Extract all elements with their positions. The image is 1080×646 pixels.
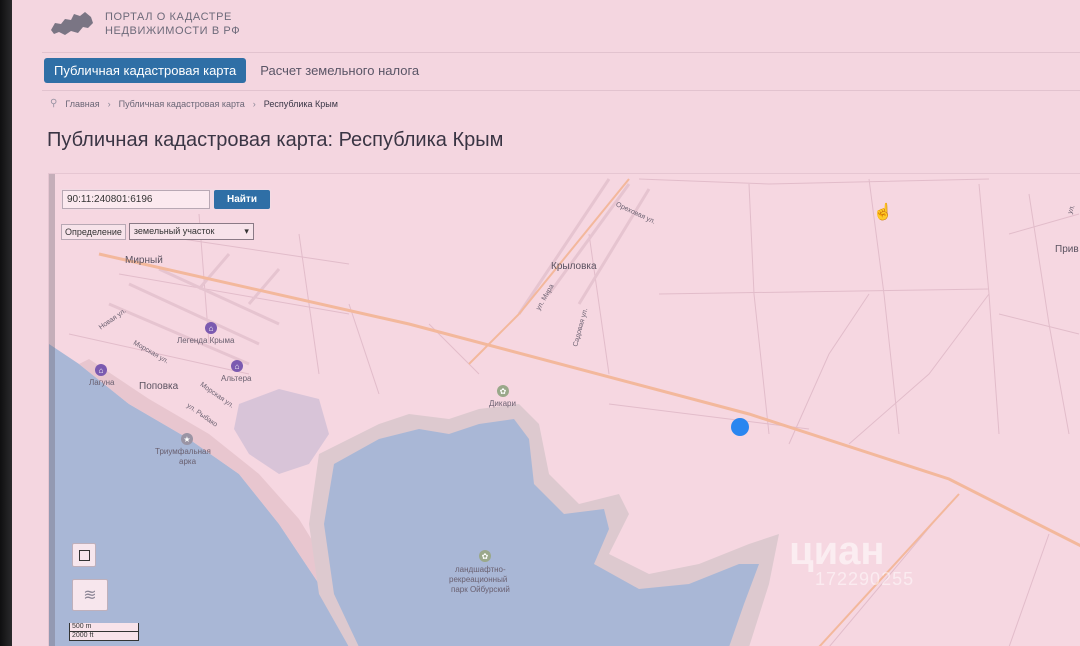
monitor-bezel: [0, 0, 12, 646]
logo-text-line1: ПОРТАЛ О КАДАСТРЕ: [105, 11, 232, 23]
object-type-value: земельный участок: [133, 226, 215, 236]
breadcrumb: ⚲ Главная › Публичная кадастровая карта …: [50, 98, 338, 109]
layers-icon: ≋: [83, 587, 97, 604]
hand-cursor-icon: ☝: [873, 204, 893, 221]
find-button[interactable]: Найти: [214, 190, 270, 209]
hotel-icon[interactable]: ⌂: [205, 322, 217, 334]
hotel-icon[interactable]: ⌂: [95, 364, 107, 376]
selected-plot-marker[interactable]: [731, 418, 749, 436]
logo-text: ПОРТАЛ О КАДАСТРЕ НЕДВИЖИМОСТИ В РФ: [105, 10, 240, 38]
park-icon[interactable]: ✿: [479, 550, 491, 562]
location-pin-icon: ⚲: [50, 98, 58, 109]
watermark-logo: циан: [789, 529, 885, 573]
hotel-icon[interactable]: ⌂: [231, 360, 243, 372]
scale-metric: 500 m: [69, 623, 139, 632]
poi-altera: Альтера: [221, 374, 252, 383]
place-krylovka: Крыловка: [551, 261, 597, 272]
definition-control: Определение земельный участок ▾: [61, 223, 254, 240]
cadastral-map[interactable]: Найти Определение земельный участок ▾ Ми…: [48, 173, 1080, 646]
cadastral-number-input[interactable]: [62, 190, 210, 209]
map-scale: 500 m 2000 ft: [69, 623, 139, 641]
object-type-select[interactable]: земельный участок ▾: [128, 223, 254, 240]
russia-map-icon: [51, 12, 93, 35]
poi-triumph-arch-2: арка: [179, 457, 197, 466]
monument-icon[interactable]: ★: [181, 433, 193, 445]
top-nav: Публичная кадастровая карта Расчет земел…: [44, 58, 419, 83]
poi-park-2: рекреационный: [449, 575, 508, 584]
poi-dikari: Дикари: [489, 399, 516, 408]
place-mirny: Мирный: [125, 255, 163, 266]
watermark-code: 172290255: [815, 569, 915, 589]
fullscreen-button[interactable]: [72, 543, 96, 567]
square-icon: [78, 549, 90, 561]
poi-park-1: ландшафтно-: [455, 565, 506, 574]
map-background: [49, 174, 1080, 646]
nav-divider: [42, 90, 1080, 91]
tab-land-tax-calc[interactable]: Расчет земельного налога: [260, 63, 419, 78]
breadcrumb-home[interactable]: Главная: [65, 99, 99, 109]
breadcrumb-map[interactable]: Публичная кадастровая карта: [119, 99, 245, 109]
breadcrumb-separator-icon: ›: [252, 98, 256, 109]
tab-public-cadastral-map[interactable]: Публичная кадастровая карта: [44, 58, 247, 83]
browser-screen: ПОРТАЛ О КАДАСТРЕ НЕДВИЖИМОСТИ В РФ Публ…: [12, 0, 1080, 646]
breadcrumb-separator-icon: ›: [107, 98, 111, 109]
poi-legenda-kryma: Легенда Крыма: [177, 336, 235, 345]
cadastral-search: Найти: [61, 189, 271, 210]
page-title: Публичная кадастровая карта: Республика …: [47, 129, 504, 151]
poi-triumph-arch-1: Триумфальная: [155, 447, 211, 456]
definition-label: Определение: [61, 223, 126, 240]
place-priv: Прив: [1055, 244, 1079, 255]
layers-button[interactable]: ≋: [72, 579, 108, 611]
logo-text-line2: НЕДВИЖИМОСТИ В РФ: [105, 25, 241, 37]
header-divider: [42, 52, 1080, 53]
place-popovka: Поповка: [139, 381, 179, 392]
scale-imperial: 2000 ft: [69, 632, 139, 641]
chevron-down-icon: ▾: [244, 226, 249, 236]
breadcrumb-current: Республика Крым: [263, 98, 338, 109]
poi-laguna: Лагуна: [89, 378, 115, 387]
poi-park-3: парк Ойбурский: [451, 585, 510, 594]
campsite-icon[interactable]: ✿: [497, 385, 509, 397]
site-logo[interactable]: ПОРТАЛ О КАДАСТРЕ НЕДВИЖИМОСТИ В РФ: [47, 8, 240, 40]
